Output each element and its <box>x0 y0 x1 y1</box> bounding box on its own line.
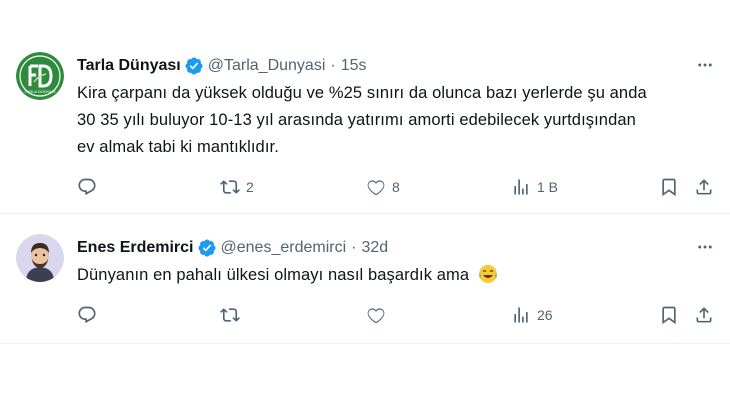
heart-icon <box>367 180 385 196</box>
tears-of-joy-emoji-icon <box>478 265 497 283</box>
view-count: 1 B <box>537 179 559 195</box>
separator-dot: · <box>330 57 336 74</box>
avatar[interactable] <box>16 234 64 282</box>
tweet-text: Dünyanın en pahalı ülkesi olmayı nasıl b… <box>77 262 716 289</box>
verified-badge-icon <box>197 239 216 257</box>
bookmark-button[interactable] <box>659 305 679 325</box>
more-options-button[interactable] <box>694 54 716 76</box>
svg-text:TARLA DÜNYASI: TARLA DÜNYASI <box>25 89 56 94</box>
reply-icon <box>78 178 96 196</box>
reply-icon <box>78 306 96 324</box>
separator-dot: · <box>351 239 357 256</box>
share-button[interactable] <box>694 177 714 197</box>
retweet-icon <box>220 308 240 322</box>
like-button[interactable]: 8 <box>366 177 400 197</box>
views-button[interactable]: 1 B <box>511 177 558 197</box>
tweet-text-line: ev almak tabi ki mantıklıdır. <box>77 138 279 156</box>
tweet-actions: 2 8 1 B <box>77 175 716 199</box>
retweet-button[interactable] <box>220 305 240 325</box>
tweet-actions: 26 <box>77 303 716 327</box>
bookmark-button[interactable] <box>659 177 679 197</box>
tweet-text-content: Dünyanın en pahalı ülkesi olmayı nasıl b… <box>77 266 470 284</box>
timestamp[interactable]: 15s <box>341 54 367 78</box>
more-options-button[interactable] <box>694 236 716 258</box>
share-button[interactable] <box>694 305 714 325</box>
analytics-icon <box>514 179 528 195</box>
author-handle[interactable]: @Tarla_Dunyasi <box>208 54 326 78</box>
author-handle[interactable]: @enes_erdemirci <box>221 236 347 260</box>
author-name[interactable]: Enes Erdemirci <box>77 236 194 260</box>
tweet[interactable]: Enes Erdemirci @enes_erdemirci · 32d Dün… <box>0 214 730 344</box>
views-button[interactable]: 26 <box>511 305 553 325</box>
tweet-text: Kira çarpanı da yüksek olduğu ve %25 sın… <box>77 80 716 161</box>
more-dots-icon <box>698 245 712 249</box>
author-name[interactable]: Tarla Dünyası <box>77 54 181 78</box>
more-dots-icon <box>698 63 712 67</box>
analytics-icon <box>514 307 528 323</box>
tweet[interactable]: TARLA DÜNYASI Tarla Dünyası @Tarla_Dunya… <box>0 0 730 214</box>
verified-badge-icon <box>185 57 203 75</box>
retweet-icon <box>220 180 240 194</box>
bookmark-icon <box>662 178 676 197</box>
share-icon <box>696 307 712 323</box>
reply-button[interactable] <box>77 305 97 325</box>
profile-photo <box>16 234 64 282</box>
like-count: 8 <box>392 179 400 195</box>
retweet-count: 2 <box>246 179 254 195</box>
avatar[interactable]: TARLA DÜNYASI <box>16 52 64 100</box>
share-icon <box>696 179 712 195</box>
view-count: 26 <box>537 307 553 323</box>
tweet-text-line: 30 35 yılı buluyor 10-13 yıl arasında ya… <box>77 111 636 129</box>
retweet-button[interactable]: 2 <box>220 177 254 197</box>
timestamp[interactable]: 32d <box>361 236 388 260</box>
like-button[interactable] <box>366 305 386 325</box>
reply-button[interactable] <box>77 177 97 197</box>
heart-icon <box>367 308 385 324</box>
tweet-text-line: Kira çarpanı da yüksek olduğu ve %25 sın… <box>77 84 647 102</box>
tarla-dunyasi-logo: TARLA DÜNYASI <box>16 52 64 100</box>
bookmark-icon <box>662 306 676 325</box>
